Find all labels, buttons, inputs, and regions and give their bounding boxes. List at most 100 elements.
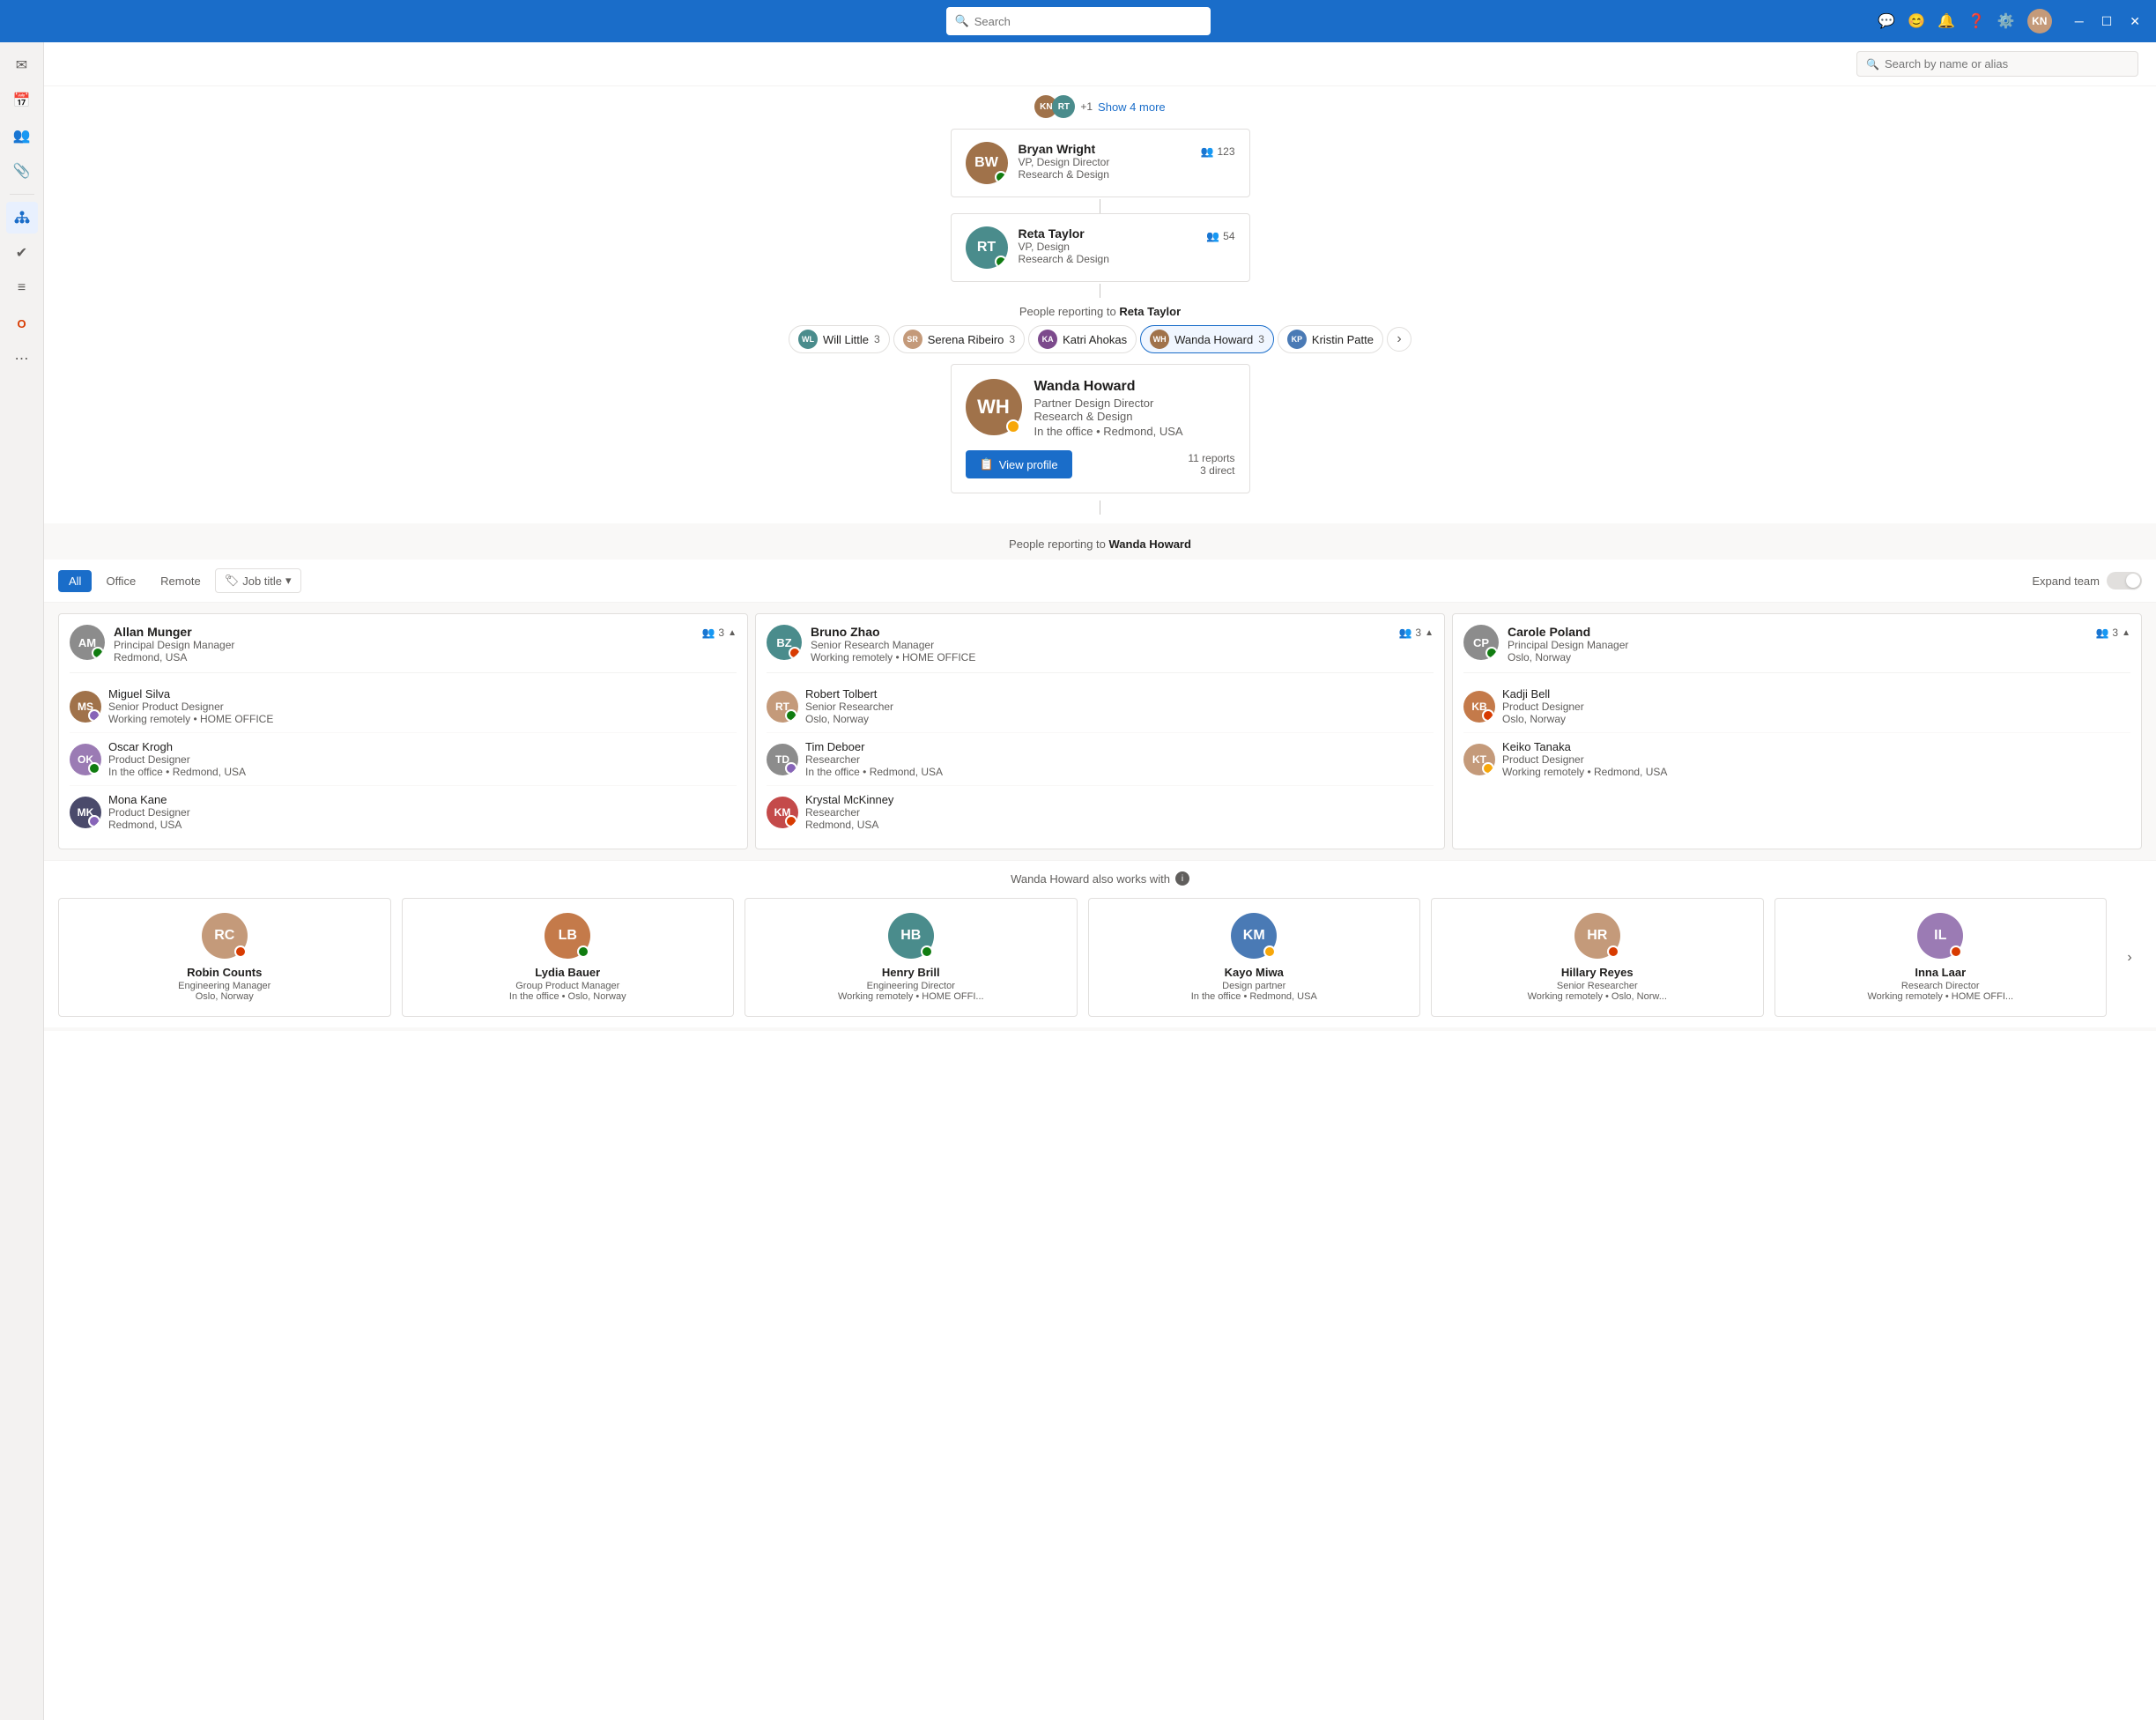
coworker-next-button[interactable]: › [2117,898,2142,1017]
status-miguel [88,709,100,722]
coworker-lydia[interactable]: LB Lydia Bauer Group Product Manager In … [402,898,735,1017]
oscar-name: Oscar Krogh [108,740,246,753]
coworker-kayo[interactable]: KM Kayo Miwa Design partner In the offic… [1088,898,1421,1017]
tab-name-wanda: Wanda Howard [1174,333,1253,346]
team-column-3: CP Carole Poland Principal Design Manage… [1452,613,2142,849]
expand-team-label: Expand team [2032,575,2100,588]
wanda-header: WH Wanda Howard Partner Design Director … [966,379,1235,438]
team-member-header-bruno[interactable]: BZ Bruno Zhao Senior Research Manager Wo… [767,625,1434,673]
tab-wanda-howard[interactable]: WH Wanda Howard 3 [1140,325,1274,353]
report-miguel[interactable]: MS Miguel Silva Senior Product Designer … [70,680,737,732]
name-search-box[interactable]: 🔍 [1856,51,2138,77]
bruno-reports: 👥 3 ▲ [1398,626,1434,639]
job-title-label: Job title [242,575,282,588]
sidebar-item-calendar[interactable]: 📅 [6,85,38,116]
org-wrapper: KN RT +1 Show 4 more BW Bryan Wright VP,… [44,86,2156,523]
coworker-inna[interactable]: IL Inna Laar Research Director Working r… [1774,898,2108,1017]
tab-count-serena: 3 [1009,333,1015,345]
tab-name-katri: Katri Ahokas [1063,333,1127,346]
report-oscar[interactable]: OK Oscar Krogh Product Designer In the o… [70,732,737,785]
person-title-bryan: VP, Design Director [1019,156,1190,168]
tab-katri-ahokas[interactable]: KA Katri Ahokas [1028,325,1137,353]
tab-more-button[interactable]: › [1387,327,1411,352]
sidebar-item-tasks[interactable]: ✔ [6,237,38,269]
filter-tab-office[interactable]: Office [95,570,146,592]
wanda-total-reports: 11 reports [1188,452,1234,464]
show-4-more-link[interactable]: Show 4 more [1098,100,1166,114]
sidebar-item-ellipsis[interactable]: ⋯ [6,343,38,374]
mona-info: Mona Kane Product Designer Redmond, USA [108,793,190,831]
carole-location: Oslo, Norway [1508,651,1628,664]
team-member-header-carole[interactable]: CP Carole Poland Principal Design Manage… [1463,625,2130,673]
avatar-keiko: KT [1463,744,1495,775]
sidebar-item-files[interactable]: 📎 [6,155,38,187]
sidebar-item-org-chart[interactable] [6,202,38,234]
status-kadji [1482,709,1494,722]
status-dot-reta [995,256,1007,268]
report-robert[interactable]: RT Robert Tolbert Senior Researcher Oslo… [767,680,1434,732]
wanda-location: In the office • Redmond, USA [1034,425,1183,438]
bruno-reports-count: 3 [1415,626,1421,639]
person-reports-bryan: 👥 123 [1201,145,1235,158]
coworker-robin[interactable]: RC Robin Counts Engineering Manager Oslo… [58,898,391,1017]
expand-team-toggle[interactable] [2107,572,2142,589]
reaction-icon[interactable]: 😊 [1908,12,1925,30]
info-icon[interactable]: i [1175,871,1189,886]
coworker-henry[interactable]: HB Henry Brill Engineering Director Work… [745,898,1078,1017]
filter-tab-all[interactable]: All [58,570,92,592]
tab-kristin-patte[interactable]: KP Kristin Patte [1278,325,1383,353]
report-tim[interactable]: TD Tim Deboer Researcher In the office •… [767,732,1434,785]
krystal-info: Krystal McKinney Researcher Redmond, USA [805,793,893,831]
tab-serena-ribeiro[interactable]: SR Serena Ribeiro 3 [893,325,1025,353]
tab-count-wanda: 3 [1258,333,1264,345]
avatar-lydia: LB [545,913,590,959]
view-profile-button[interactable]: 📋 View profile [966,450,1072,478]
tab-will-little[interactable]: WL Will Little 3 [789,325,890,353]
name-search-icon: 🔍 [1866,58,1879,70]
report-krystal[interactable]: KM Krystal McKinney Researcher Redmond, … [767,785,1434,838]
avatar-krystal: KM [767,797,798,828]
maximize-button[interactable]: ☐ [2096,12,2118,31]
tab-name-serena: Serena Ribeiro [928,333,1004,346]
sidebar-item-mail[interactable]: ✉ [6,49,38,81]
coworker-hillary[interactable]: HR Hillary Reyes Senior Researcher Worki… [1431,898,1764,1017]
sidebar-item-more-1[interactable]: ≡ [6,272,38,304]
name-search-input[interactable] [1885,57,2129,70]
report-kadji[interactable]: KB Kadji Bell Product Designer Oslo, Nor… [1463,680,2130,732]
kayo-name: Kayo Miwa [1100,966,1410,979]
people-tabs: WL Will Little 3 SR Serena Ribeiro 3 KA … [789,325,1411,353]
sidebar-item-people[interactable]: 👥 [6,120,38,152]
allan-reports-count: 3 [718,626,724,639]
hillary-title: Senior Researcher [1442,981,1752,991]
oscar-title: Product Designer [108,753,246,766]
minimize-button[interactable]: ─ [2070,12,2089,31]
org-chart-icon [14,210,30,226]
sidebar-item-office[interactable]: O [6,308,38,339]
report-keiko[interactable]: KT Keiko Tanaka Product Designer Working… [1463,732,2130,785]
close-button[interactable]: ✕ [2124,12,2145,31]
settings-icon[interactable]: ⚙️ [1997,12,2015,30]
kadji-name: Kadji Bell [1502,687,1584,701]
avatar-inna: IL [1917,913,1963,959]
bruno-location: Working remotely • HOME OFFICE [811,651,975,664]
job-title-filter[interactable]: 🏷 Job title ▾ [215,568,301,593]
report-mona[interactable]: MK Mona Kane Product Designer Redmond, U… [70,785,737,838]
titlebar-search-box[interactable]: 🔍 [946,7,1211,35]
reports-icon: 👥 [701,626,715,639]
hillary-location: Working remotely • Oslo, Norw... [1442,991,1752,1002]
help-icon[interactable]: ❓ [1967,12,1985,30]
filter-tab-remote[interactable]: Remote [150,570,211,592]
person-card-reta[interactable]: RT Reta Taylor VP, Design Research & Des… [951,213,1250,282]
team-column-2: BZ Bruno Zhao Senior Research Manager Wo… [755,613,1445,849]
person-card-bryan[interactable]: BW Bryan Wright VP, Design Director Rese… [951,129,1250,197]
person-dept-bryan: Research & Design [1019,168,1190,181]
wanda-detail-card: WH Wanda Howard Partner Design Director … [951,364,1250,493]
titlebar-search-input[interactable] [974,15,1202,28]
notification-icon[interactable]: 🔔 [1937,12,1955,30]
user-avatar[interactable]: KN [2027,9,2052,33]
chat-icon[interactable]: 💬 [1878,12,1895,30]
team-member-header-allan[interactable]: AM Allan Munger Principal Design Manager… [70,625,737,673]
carole-info: Carole Poland Principal Design Manager O… [1508,625,1628,664]
expand-icon-c: ▲ [2122,628,2130,638]
status-kayo [1263,945,1276,958]
